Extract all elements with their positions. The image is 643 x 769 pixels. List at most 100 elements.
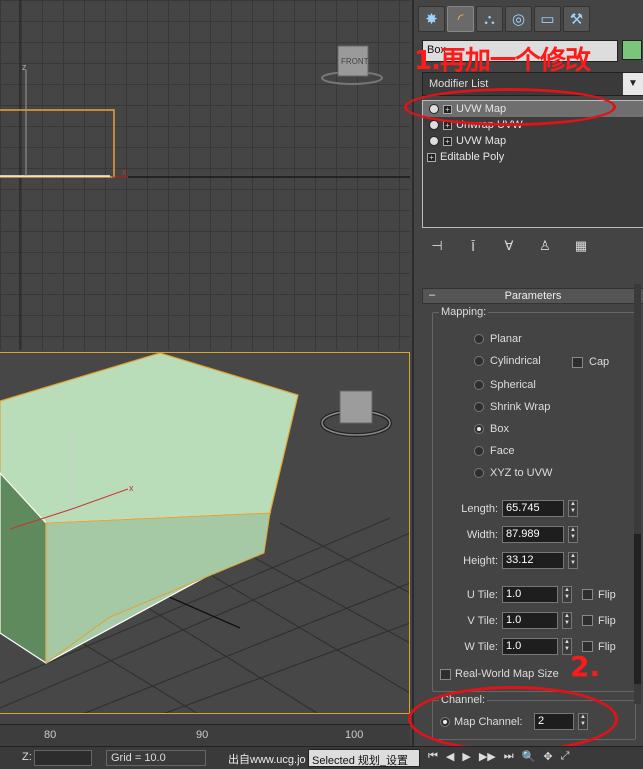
- axis-z-label: z: [22, 62, 27, 72]
- radio-xyz-to-uvw[interactable]: [474, 468, 484, 478]
- lightbulb-icon[interactable]: [429, 136, 439, 146]
- width-spinner[interactable]: ▲ ▼: [568, 526, 578, 543]
- status-bar: Z: Grid = 10.0 出自www.ucg.jo Selected 规划_…: [0, 746, 643, 769]
- object-color-swatch[interactable]: [622, 40, 642, 60]
- axis-x-label: x: [122, 167, 127, 177]
- playback-controls: ⏮ ◀ ▶ ▶▶ ⏭ 🔍 ✥ ⤢: [428, 750, 569, 763]
- expand-icon[interactable]: +: [427, 152, 436, 162]
- go-to-end-icon[interactable]: ⏭: [504, 750, 514, 763]
- axis-z-label: z: [69, 425, 74, 435]
- radio-box[interactable]: [474, 424, 484, 434]
- create-icon: ✸: [425, 11, 438, 28]
- create-tab[interactable]: ✸: [418, 6, 445, 32]
- w-tile-field[interactable]: 1.0: [502, 638, 558, 655]
- width-row: Width: 87.989 ▲ ▼: [444, 526, 578, 543]
- go-to-start-icon[interactable]: ⏮: [428, 750, 438, 763]
- collapse-icon[interactable]: –: [429, 288, 435, 302]
- mapping-face[interactable]: Face: [474, 445, 514, 457]
- grid-readout: Grid = 10.0: [106, 750, 206, 766]
- length-field[interactable]: 65.745: [502, 500, 564, 517]
- maximize-icon[interactable]: ⤢: [561, 750, 570, 763]
- radio-shrink-wrap[interactable]: [474, 402, 484, 412]
- modify-tab[interactable]: ◜: [447, 6, 474, 32]
- pan-icon[interactable]: ✥: [543, 750, 552, 763]
- real-world-map-size-row[interactable]: Real-World Map Size: [440, 668, 559, 680]
- u-tile-label: U Tile:: [466, 588, 498, 601]
- z-coordinate-field[interactable]: [34, 750, 92, 766]
- real-world-checkbox[interactable]: [440, 668, 451, 680]
- front-viewport[interactable]: FRONT z x: [0, 0, 410, 350]
- lightbulb-icon[interactable]: [429, 120, 439, 130]
- cylindrical-label: Cylindrical: [490, 355, 541, 367]
- stack-toolbar: ⊣ Ī ∀ ♙ ▦: [426, 236, 643, 258]
- radio-cylindrical[interactable]: [474, 356, 484, 366]
- play-icon[interactable]: ▶: [462, 750, 470, 763]
- make-unique-icon[interactable]: ∀: [498, 236, 520, 256]
- u-tile-field[interactable]: 1.0: [502, 586, 558, 603]
- stack-item-editable-poly[interactable]: + Editable Poly: [423, 149, 643, 165]
- cap-row[interactable]: Cap: [572, 356, 609, 368]
- width-field[interactable]: 87.989: [502, 526, 564, 543]
- stack-item-uvw-map[interactable]: + UVW Map: [423, 133, 643, 149]
- spherical-label: Spherical: [490, 379, 536, 391]
- mapping-spherical[interactable]: Spherical: [474, 379, 536, 391]
- v-flip-checkbox[interactable]: [582, 615, 593, 626]
- u-flip-checkbox[interactable]: [582, 589, 593, 600]
- mapping-planar[interactable]: Planar: [474, 333, 522, 345]
- mapping-xyz-to-uvw[interactable]: XYZ to UVW: [474, 467, 552, 479]
- motion-tab[interactable]: ◎: [505, 6, 532, 32]
- xyz-to-uvw-label: XYZ to UVW: [490, 467, 553, 479]
- annotation-ellipse-uvw-map: [404, 88, 616, 126]
- mapping-box[interactable]: Box: [474, 423, 509, 435]
- tick-label: 80: [44, 729, 57, 741]
- shrink-wrap-label: Shrink Wrap: [490, 401, 551, 413]
- v-tile-row: V Tile: 1.0 ▲ ▼ Flip: [444, 612, 616, 629]
- v-flip[interactable]: Flip: [582, 615, 616, 627]
- configure-modifier-sets-icon[interactable]: ▦: [570, 236, 592, 256]
- length-spinner[interactable]: ▲ ▼: [568, 500, 578, 517]
- height-spinner[interactable]: ▲ ▼: [568, 552, 578, 569]
- command-panel-tabs: ✸ ◜ ⛬ ◎ ▭ ⚒: [416, 2, 643, 36]
- mapping-shrink-wrap[interactable]: Shrink Wrap: [474, 401, 550, 413]
- u-tile-spinner[interactable]: ▲ ▼: [562, 586, 572, 603]
- face-label: Face: [490, 445, 515, 457]
- height-field[interactable]: 33.12: [502, 552, 564, 569]
- hierarchy-icon: ⛬: [484, 10, 495, 28]
- display-tab[interactable]: ▭: [534, 6, 561, 32]
- motion-icon: ◎: [511, 11, 526, 28]
- next-frame-icon[interactable]: ▶▶: [479, 750, 496, 763]
- hierarchy-tab[interactable]: ⛬: [476, 6, 503, 32]
- scrollbar-thumb[interactable]: [634, 534, 641, 684]
- mapping-cylindrical[interactable]: Cylindrical: [474, 355, 541, 367]
- previous-frame-icon[interactable]: ◀: [446, 750, 454, 763]
- u-flip-label: Flip: [598, 588, 616, 601]
- v-tile-spinner[interactable]: ▲ ▼: [562, 612, 572, 629]
- v-tile-field[interactable]: 1.0: [502, 612, 558, 629]
- chevron-down-icon[interactable]: ▼: [623, 73, 643, 95]
- show-end-result-icon[interactable]: Ī: [462, 236, 484, 256]
- command-panel-scrollbar[interactable]: [634, 284, 641, 704]
- pin-stack-icon[interactable]: ⊣: [426, 236, 448, 256]
- mapping-label: Mapping:: [439, 306, 489, 318]
- remove-modifier-icon[interactable]: ♙: [534, 236, 556, 256]
- perspective-viewport-scene: [0, 353, 409, 713]
- radio-planar[interactable]: [474, 334, 484, 344]
- u-flip[interactable]: Flip: [582, 589, 616, 601]
- tick-label: 90: [196, 729, 209, 741]
- front-cube-label[interactable]: FRONT: [341, 57, 369, 66]
- selection-set-field[interactable]: Selected 规划_设置: [308, 749, 420, 767]
- cap-checkbox[interactable]: [572, 356, 583, 368]
- parameters-rollout-header[interactable]: – Parameters: [422, 288, 643, 304]
- annotation-step-1: 1.再加一个修改: [414, 46, 591, 76]
- utilities-tab[interactable]: ⚒: [563, 6, 590, 32]
- perspective-viewport[interactable]: z x: [0, 352, 410, 714]
- expand-icon[interactable]: +: [443, 136, 452, 146]
- length-label: Length:: [461, 502, 498, 515]
- watermark-text: 出自www.ucg.jo: [228, 754, 306, 766]
- zoom-icon[interactable]: 🔍: [522, 750, 536, 763]
- height-row: Height: 33.12 ▲ ▼: [444, 552, 578, 569]
- radio-face[interactable]: [474, 446, 484, 456]
- timeline-ruler[interactable]: 80 90 100: [0, 724, 410, 746]
- radio-spherical[interactable]: [474, 380, 484, 390]
- v-flip-label: Flip: [598, 614, 616, 627]
